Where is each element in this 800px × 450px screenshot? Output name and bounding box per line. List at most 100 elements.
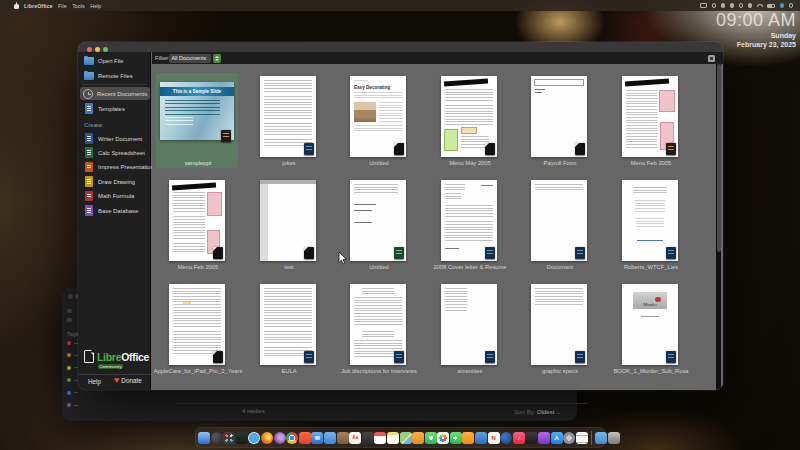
sidebar-item-recent-documents[interactable]: Recent Documents: [80, 87, 150, 100]
sidebar-item-open-file[interactable]: Open File: [80, 54, 150, 67]
document-thumbnail[interactable]: [622, 180, 678, 261]
dock-blue-doc-icon[interactable]: [475, 432, 487, 444]
status-icon-3[interactable]: [730, 3, 735, 8]
tag-dot-5[interactable]: [67, 403, 71, 407]
dock-mail-icon[interactable]: ✉: [311, 432, 323, 444]
document-thumbnail[interactable]: [260, 284, 316, 365]
menu-libreoffice[interactable]: LibreOffice: [24, 3, 52, 9]
dock-safari-icon[interactable]: [248, 432, 260, 444]
dock-app-store-icon[interactable]: A: [551, 432, 563, 444]
dock-chrome-icon[interactable]: [286, 432, 298, 444]
dock-desktop-icon[interactable]: [236, 432, 248, 444]
status-icon-2[interactable]: [721, 3, 726, 8]
dock-finder-icon[interactable]: [198, 432, 210, 444]
dock-news-icon[interactable]: N: [488, 432, 500, 444]
scrollbar-track[interactable]: [716, 64, 721, 390]
dock-photo-booth-icon[interactable]: [362, 432, 374, 444]
dock-dictionary-icon[interactable]: Aa: [349, 432, 361, 444]
document-label: AppleCare_for_iPad_Pro_2_Years: [153, 368, 243, 374]
document-thumbnail[interactable]: [622, 76, 678, 157]
tag-dot-1[interactable]: [67, 353, 71, 357]
document-thumbnail[interactable]: [531, 76, 587, 157]
document-label: Document: [515, 264, 605, 270]
sidebar-item-remote-files[interactable]: Remote Files: [80, 69, 150, 82]
document-thumbnail[interactable]: [441, 76, 497, 157]
document-thumbnail[interactable]: [441, 284, 497, 365]
folder-icon: [83, 70, 94, 81]
document-thumbnail[interactable]: This is a Sample Slide: [160, 82, 234, 140]
view-toggle-icon[interactable]: [708, 55, 715, 62]
bg-window-close-button[interactable]: [68, 294, 73, 299]
bg-sort-control[interactable]: Sort By: Oldest ⌄: [514, 408, 561, 415]
filter-label: Filter:: [155, 55, 170, 61]
scrollbar-thumb[interactable]: [717, 64, 721, 252]
dock-messages-icon[interactable]: [425, 432, 437, 444]
status-icon-0[interactable]: [700, 3, 707, 8]
create-item-label: Calc Spreadsheet: [98, 150, 145, 156]
dock-launchpad-icon[interactable]: [223, 432, 235, 444]
tag-dot-4[interactable]: [67, 391, 71, 395]
dock-app-window-icon[interactable]: [324, 432, 336, 444]
dock-tv-icon[interactable]: [525, 432, 537, 444]
dock-preferences-grid-icon[interactable]: [412, 432, 424, 444]
create-impress-presentation[interactable]: Impress Presentation: [80, 161, 150, 174]
dock-firefox-icon[interactable]: [261, 432, 273, 444]
tag-dot-0[interactable]: [67, 341, 71, 345]
status-icon-8[interactable]: [780, 3, 785, 8]
document-thumbnail[interactable]: [260, 76, 316, 157]
apple-menu-icon[interactable]: [14, 3, 19, 9]
dock-system-settings-icon[interactable]: [563, 432, 575, 444]
dock-downloads-folder-icon[interactable]: [595, 432, 607, 444]
filter-dropdown-arrows[interactable]: [213, 54, 221, 63]
document-thumbnail[interactable]: Easy Decorating: [350, 76, 406, 157]
dock-siri-icon[interactable]: [211, 432, 223, 444]
status-icon-1[interactable]: [712, 3, 717, 8]
create-base-database[interactable]: Base Database: [80, 204, 150, 217]
create-writer-document[interactable]: Writer Document: [80, 132, 150, 145]
dock-brave-icon[interactable]: [299, 432, 311, 444]
document-thumbnail[interactable]: [531, 180, 587, 261]
dock-photos-icon[interactable]: [437, 432, 449, 444]
dock-books-icon[interactable]: [337, 432, 349, 444]
document-thumbnail[interactable]: [169, 180, 225, 261]
status-icon-7[interactable]: [767, 4, 775, 8]
status-icon-6[interactable]: [757, 4, 763, 7]
status-icon-5[interactable]: [748, 3, 753, 8]
tag-dot-3[interactable]: [67, 378, 71, 382]
document-thumbnail[interactable]: [531, 284, 587, 365]
sidebar-item-templates[interactable]: Templates: [80, 102, 150, 115]
create-math-formula[interactable]: Math Formula: [80, 190, 150, 203]
filter-dropdown[interactable]: All Documents: [169, 54, 211, 63]
donate-button[interactable]: ♥Donate: [114, 376, 142, 385]
dock-textedit-icon[interactable]: [576, 432, 588, 444]
dock-dark-blue-app-icon[interactable]: [500, 432, 512, 444]
dock-tor-browser-icon[interactable]: [274, 432, 286, 444]
document-thumbnail[interactable]: [169, 284, 225, 365]
document-thumbnail[interactable]: Murder: [622, 284, 678, 365]
dock-facetime-icon[interactable]: [450, 432, 462, 444]
document-thumbnail[interactable]: [260, 180, 316, 261]
menu-tools[interactable]: Tools: [72, 3, 85, 9]
dock-podcasts-icon[interactable]: [538, 432, 550, 444]
window-titlebar[interactable]: [78, 42, 723, 52]
tag-label-stub: [74, 405, 78, 406]
filter-bar: Filter: All Documents: [152, 52, 723, 64]
dock-maps-icon[interactable]: [400, 432, 412, 444]
create-calc-spreadsheet[interactable]: Calc Spreadsheet: [80, 146, 150, 159]
document-thumbnail[interactable]: [350, 284, 406, 365]
status-icon-9[interactable]: [789, 3, 794, 8]
document-thumbnail[interactable]: [441, 180, 497, 261]
create-draw-drawing[interactable]: Draw Drawing: [80, 175, 150, 188]
dock-pencil-app-icon[interactable]: [462, 432, 474, 444]
help-button[interactable]: Help: [88, 378, 101, 385]
dock-trash-icon[interactable]: [608, 432, 620, 444]
status-icon-4[interactable]: [739, 3, 744, 8]
dock-music-icon[interactable]: ♪: [513, 432, 525, 444]
dock-notes-icon[interactable]: [387, 432, 399, 444]
tag-dot-2[interactable]: [67, 366, 71, 370]
document-thumbnail[interactable]: [350, 180, 406, 261]
dock-calendar-icon[interactable]: [374, 432, 386, 444]
menu-help[interactable]: Help: [90, 3, 101, 9]
plain-file-badge-icon: [213, 351, 223, 363]
menu-file[interactable]: File: [58, 3, 67, 9]
